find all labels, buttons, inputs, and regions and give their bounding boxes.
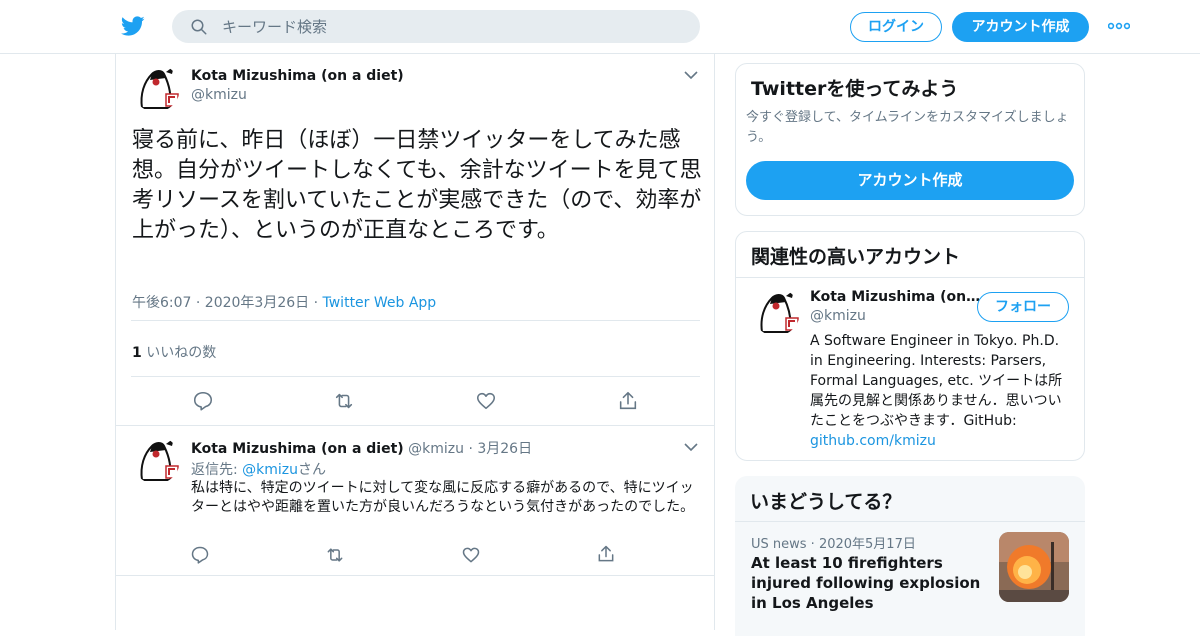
bio-link[interactable]: github.com/kmizu <box>810 433 936 449</box>
divider <box>131 376 700 377</box>
trends-card-title: いまどうしてる？ <box>750 491 902 513</box>
reply-to-line: 返信先: @kmizuさん <box>191 459 326 479</box>
author-handle[interactable]: @kmizu <box>191 87 247 103</box>
main-timeline-column: Kota Mizushima (on a diet) @kmizu 寝る前に、昨… <box>115 54 715 630</box>
reply-author-handle[interactable]: @kmizu <box>408 441 464 457</box>
reply-to-suffix: さん <box>298 462 327 478</box>
meta-separator: · <box>313 295 319 311</box>
reply-to-handle[interactable]: @kmizu <box>242 462 298 478</box>
like-count-label: いいねの数 <box>146 345 217 361</box>
trend-item-meta: US news · 2020年5月17日 <box>751 537 916 552</box>
search-input[interactable] <box>222 10 682 43</box>
related-account-handle[interactable]: @kmizu <box>810 308 866 324</box>
trend-item-title: At least 10 firefighters injured followi… <box>751 554 981 612</box>
author-name[interactable]: Kota Mizushima (on a diet) <box>191 68 404 84</box>
signup-button[interactable]: アカウント作成 <box>952 12 1089 42</box>
reply-header: Kota Mizushima (on a diet) @kmizu · 3月26… <box>191 438 532 458</box>
share-icon[interactable] <box>596 544 616 564</box>
retweet-icon[interactable] <box>333 390 355 412</box>
trends-card: いまどうしてる？ US news · 2020年5月17日 At least 1… <box>735 476 1085 636</box>
tweet-timestamp[interactable]: 午後6:07 · 2020年3月26日 <box>132 295 309 311</box>
avatar[interactable] <box>132 64 180 112</box>
like-icon[interactable] <box>475 390 497 412</box>
twitter-logo-icon[interactable] <box>120 14 146 38</box>
trend-item[interactable]: US news · 2020年5月17日 At least 10 firefig… <box>735 522 1085 628</box>
trend-thumbnail <box>999 532 1069 602</box>
signup-card-title: Twitterを使ってみよう <box>751 78 959 100</box>
signup-card-button[interactable]: アカウント作成 <box>746 161 1074 200</box>
reply-icon[interactable] <box>192 390 214 412</box>
divider <box>131 320 700 321</box>
bio-text: A Software Engineer in Tokyo. Ph.D. in E… <box>810 333 1063 429</box>
retweet-icon[interactable] <box>325 545 345 565</box>
related-accounts-card: 関連性の高いアカウント Kota Mizushima (on… @kmizu フ… <box>735 231 1085 461</box>
like-count-number: 1 <box>132 345 142 361</box>
divider <box>736 277 1084 278</box>
signup-card: Twitterを使ってみよう 今すぐ登録して、タイムラインをカスタマイズしましょ… <box>735 63 1085 216</box>
reply-icon[interactable] <box>190 545 210 565</box>
search-icon <box>191 19 207 35</box>
related-card-title: 関連性の高いアカウント <box>751 246 961 268</box>
like-icon[interactable] <box>461 545 481 565</box>
tweet-text: 寝る前に、昨日（ほぼ）一日禁ツイッターをしてみた感想。自分がツイートしなくても、… <box>132 128 702 243</box>
chevron-down-icon[interactable] <box>684 70 698 80</box>
avatar[interactable] <box>132 436 180 484</box>
chevron-down-icon[interactable] <box>684 442 698 452</box>
avatar[interactable] <box>752 288 800 336</box>
share-icon[interactable] <box>617 390 639 412</box>
reply-author-name[interactable]: Kota Mizushima (on a diet) <box>191 441 404 457</box>
reply-text: 私は特に、特定のツイートに対して変な風に反応する癖があるので、特にツイッターとは… <box>191 480 695 515</box>
related-account-name[interactable]: Kota Mizushima (on… <box>810 289 980 305</box>
divider <box>116 575 714 576</box>
top-bar: ログイン アカウント作成 <box>0 0 1200 54</box>
tweet-meta: 午後6:07 · 2020年3月26日 · Twitter Web App <box>132 292 436 312</box>
tweet-source[interactable]: Twitter Web App <box>323 295 437 311</box>
reply-to-prefix: 返信先: <box>191 462 243 478</box>
signup-card-subtitle: 今すぐ登録して、タイムラインをカスタマイズしましょう。 <box>746 110 1069 145</box>
reply-date[interactable]: · 3月26日 <box>468 441 532 457</box>
related-account-bio: A Software Engineer in Tokyo. Ph.D. in E… <box>810 331 1072 451</box>
more-options-icon[interactable] <box>1108 18 1130 34</box>
like-count[interactable]: 1 いいねの数 <box>132 342 216 362</box>
follow-button[interactable]: フォロー <box>977 292 1069 322</box>
search-box[interactable] <box>172 10 700 43</box>
divider <box>116 425 714 426</box>
login-button[interactable]: ログイン <box>850 12 942 42</box>
